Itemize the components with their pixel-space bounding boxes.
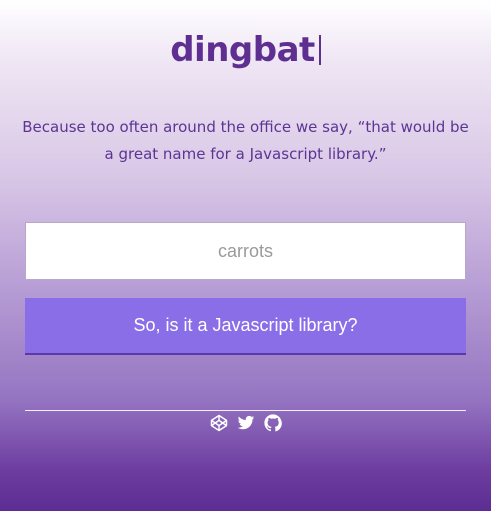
twitter-icon [237, 415, 254, 430]
codepen-link[interactable] [210, 414, 228, 432]
social-links [0, 414, 491, 432]
text-cursor [318, 35, 321, 65]
logo-text: dingbat [170, 30, 315, 70]
twitter-link[interactable] [237, 414, 255, 432]
codepen-icon [210, 414, 227, 432]
github-icon [263, 414, 282, 432]
site-logo: dingbat [0, 30, 491, 70]
footer-divider [25, 410, 466, 411]
github-link[interactable] [263, 414, 282, 432]
tagline: Because too often around the office we s… [22, 118, 469, 163]
name-input[interactable] [25, 222, 466, 280]
check-library-button[interactable]: So, is it a Javascript library? [25, 298, 466, 355]
